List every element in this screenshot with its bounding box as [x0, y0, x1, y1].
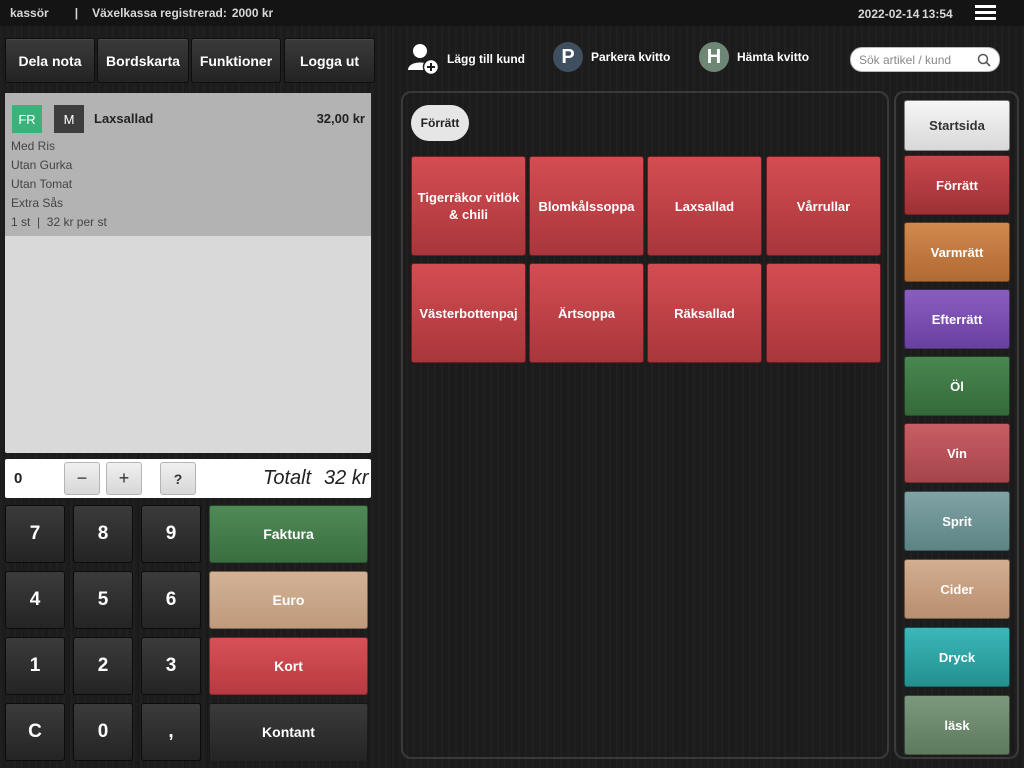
product-button[interactable]: Räksallad — [647, 263, 762, 363]
topbar-separator: | — [74, 6, 79, 20]
category-varmratt[interactable]: Varmrätt — [904, 222, 1010, 282]
category-ol[interactable]: Öl — [904, 356, 1010, 416]
key-1[interactable]: 1 — [5, 637, 65, 695]
product-button-empty[interactable] — [766, 263, 881, 363]
product-button[interactable]: Laxsallad — [647, 156, 762, 256]
total-value: 32 kr — [324, 467, 369, 489]
search-icon[interactable] — [977, 53, 991, 67]
modifier-line: Utan Gurka — [11, 158, 73, 172]
fetch-icon: H — [699, 42, 729, 72]
decrement-button[interactable]: − — [64, 462, 100, 495]
key-comma[interactable]: , — [141, 703, 201, 761]
modifier-line: Extra Sås — [11, 196, 64, 210]
category-startsida[interactable]: Startsida — [904, 100, 1010, 151]
search-input[interactable] — [859, 52, 977, 67]
badge-fr: FR — [12, 105, 42, 133]
cash-register-amount: 2000 kr — [231, 6, 274, 20]
search-box[interactable] — [850, 47, 1000, 72]
key-0[interactable]: 0 — [73, 703, 133, 761]
cash-button[interactable]: Kontant — [209, 703, 368, 761]
quantity-line: 1 st | 32 kr per st — [11, 215, 107, 229]
product-button[interactable]: Ärtsoppa — [529, 263, 644, 363]
key-7[interactable]: 7 — [5, 505, 65, 563]
category-cider[interactable]: Cider — [904, 559, 1010, 619]
key-9[interactable]: 9 — [141, 505, 201, 563]
category-vin[interactable]: Vin — [904, 423, 1010, 483]
category-forratt[interactable]: Förrätt — [904, 155, 1010, 215]
status-bar: kassör | Växelkassa registrerad: 2000 kr… — [0, 0, 1024, 26]
key-8[interactable]: 8 — [73, 505, 133, 563]
split-bill-button[interactable]: Dela nota — [5, 38, 95, 83]
modifier-line: Utan Tomat — [11, 177, 73, 191]
fetch-receipt-label: Hämta kvitto — [737, 50, 810, 64]
fetch-receipt-button[interactable]: H Hämta kvitto — [699, 42, 809, 72]
key-2[interactable]: 2 — [73, 637, 133, 695]
item-modifiers: Med Ris Utan Gurka Utan Tomat Extra Sås … — [11, 137, 107, 232]
quantity-bar: 0 − + ? Totalt 32 kr — [5, 459, 371, 498]
time-display: 13:54 — [922, 7, 953, 21]
date-display: 2022-02-14 — [858, 7, 920, 21]
park-icon: P — [553, 42, 583, 72]
product-panel: Förrätt Tigerräkor vitlök & chili Blomkå… — [401, 91, 889, 759]
receipt-line-item[interactable]: FR M Laxsallad 32,00 kr Med Ris Utan Gur… — [5, 93, 371, 236]
category-sprit[interactable]: Sprit — [904, 491, 1010, 551]
add-customer-label: Lägg till kund — [447, 52, 525, 66]
park-receipt-label: Parkera kvitto — [591, 50, 671, 64]
badge-m: M — [54, 105, 84, 133]
functions-button[interactable]: Funktioner — [191, 38, 281, 83]
key-clear[interactable]: C — [5, 703, 65, 761]
invoice-button[interactable]: Faktura — [209, 505, 368, 563]
table-map-button[interactable]: Bordskarta — [97, 38, 189, 83]
quantity-input[interactable]: 0 — [14, 470, 22, 487]
total-label: Totalt — [263, 467, 312, 489]
receipt-panel: FR M Laxsallad 32,00 kr Med Ris Utan Gur… — [5, 93, 371, 453]
key-6[interactable]: 6 — [141, 571, 201, 629]
cashier-name: kassör — [10, 6, 49, 20]
key-4[interactable]: 4 — [5, 571, 65, 629]
category-efterratt[interactable]: Efterrätt — [904, 289, 1010, 349]
category-panel: Startsida Förrätt Varmrätt Efterrätt Öl … — [894, 91, 1019, 759]
key-3[interactable]: 3 — [141, 637, 201, 695]
increment-button[interactable]: + — [106, 462, 142, 495]
item-price: 32,00 kr — [316, 111, 365, 126]
card-button[interactable]: Kort — [209, 637, 368, 695]
add-customer-button[interactable]: Lägg till kund — [407, 42, 525, 76]
park-receipt-button[interactable]: P Parkera kvitto — [553, 42, 670, 72]
menu-icon[interactable] — [975, 5, 996, 20]
current-category-pill[interactable]: Förrätt — [411, 105, 469, 141]
category-lask[interactable]: läsk — [904, 695, 1010, 755]
product-button[interactable]: Vårrullar — [766, 156, 881, 256]
logout-button[interactable]: Logga ut — [284, 38, 375, 83]
add-customer-icon — [408, 44, 439, 76]
product-button[interactable]: Tigerräkor vitlök & chili — [411, 156, 526, 256]
product-button[interactable]: Västerbottenpaj — [411, 263, 526, 363]
euro-button[interactable]: Euro — [209, 571, 368, 629]
item-name: Laxsallad — [94, 111, 154, 126]
category-dryck[interactable]: Dryck — [904, 627, 1010, 687]
cash-register-label: Växelkassa registrerad: — [92, 6, 227, 20]
product-button[interactable]: Blomkålssoppa — [529, 156, 644, 256]
help-button[interactable]: ? — [160, 462, 196, 495]
modifier-line: Med Ris — [11, 139, 56, 153]
key-5[interactable]: 5 — [73, 571, 133, 629]
